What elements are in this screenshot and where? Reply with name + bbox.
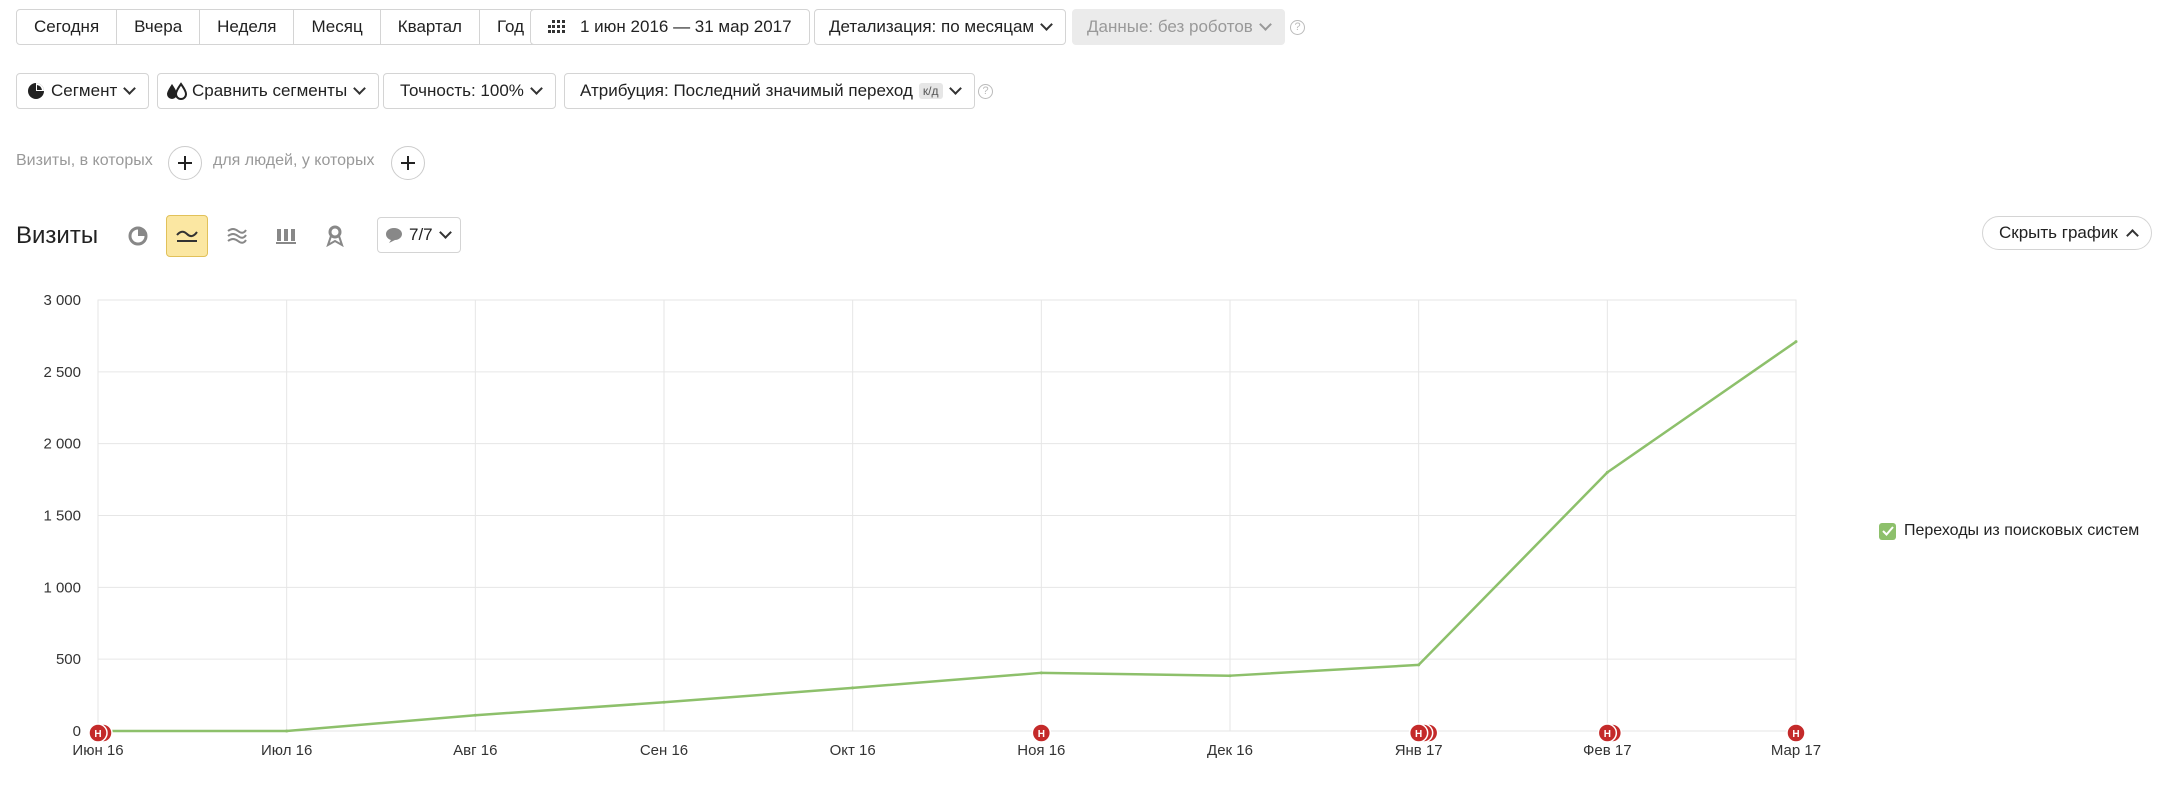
date-range-label: 1 июн 2016 — 31 мар 2017 [580,17,792,36]
chevron-down-icon [123,82,137,95]
data-filter-label: Данные: без роботов [1087,17,1253,36]
x-tick-label: Дек 16 [1207,742,1253,759]
check-icon [1881,526,1894,536]
y-tick-label: 1 500 [43,508,81,525]
series-line [98,340,1797,733]
annotation-label: Н [1038,729,1045,740]
attribution-dropdown[interactable]: Атрибуция: Последний значимый переход к/д [564,73,975,109]
chevron-down-icon [1258,18,1272,31]
compare-label: Сравнить сегменты [192,81,348,100]
data-point [285,729,289,733]
data-point [851,686,855,690]
people-filter-label: для людей, у которых [213,152,375,169]
pie-segment-icon [28,83,44,99]
help-icon[interactable]: ? [978,84,993,99]
period-group: Сегодня Вчера Неделя Месяц Квартал Год [16,9,543,45]
chevron-down-icon [1040,18,1053,31]
annotation-label: Н [1604,729,1611,740]
x-tick-label: Сен 16 [640,742,688,759]
y-tick-label: 3 000 [43,292,81,309]
x-tick-label: Авг 16 [453,742,497,759]
x-tick-label: Окт 16 [830,742,876,759]
y-tick-label: 1 000 [43,579,81,596]
chevron-down-icon [438,226,452,239]
chart-legend: Переходы из поисковых систем [1879,522,2139,540]
detail-label: Детализация: по месяцам [829,17,1035,36]
x-tick-label: Ноя 16 [1017,742,1065,759]
legend-series-label: Переходы из поисковых систем [1904,522,2140,539]
x-tick-label: Мар 17 [1771,742,1821,759]
y-tick-label: 500 [56,651,81,668]
accuracy-label: Точность: 100% [400,81,524,100]
period-quarter-button[interactable]: Квартал [381,10,480,44]
data-point [1039,671,1043,675]
compare-segments-dropdown[interactable]: Сравнить сегменты [157,73,380,109]
chevron-down-icon [530,82,543,95]
period-month-button[interactable]: Месяц [294,10,381,44]
detail-dropdown[interactable]: Детализация: по месяцам [814,9,1067,45]
x-tick-label: Июн 16 [72,742,123,759]
help-icon[interactable]: ? [1290,20,1305,35]
data-point [1417,663,1421,667]
add-visit-filter-button[interactable] [168,146,202,180]
date-range-button[interactable]: 1 июн 2016 — 31 мар 2017 [530,9,810,45]
calendar-icon [548,20,565,33]
accuracy-dropdown[interactable]: Точность: 100% [383,73,556,109]
chevron-down-icon [353,82,367,95]
data-point [473,713,477,717]
data-point [662,700,666,704]
data-point [1605,470,1609,474]
visits-line-chart: 3 000 2 500 2 000 1 500 1 000 500 0 Июн 16 Июл 1… [43,292,1821,759]
x-tick-label: Июл 16 [261,742,312,759]
visits-filter-label: Визиты, в которых [16,152,153,169]
annotation-label: Н [1415,729,1422,740]
y-tick-label: 2 000 [43,436,81,453]
y-tick-label: 2 500 [43,364,81,381]
add-people-filter-button[interactable] [391,146,425,180]
data-point [1794,340,1798,344]
segment-label: Сегмент [51,81,118,100]
chevron-down-icon [948,82,962,95]
data-point [1228,674,1232,678]
period-yesterday-button[interactable]: Вчера [117,10,201,44]
period-week-button[interactable]: Неделя [200,10,295,44]
legend-checkbox[interactable] [1879,522,1896,540]
attribution-badge: к/д [918,83,943,99]
drops-icon [167,82,188,100]
annotation-label: Н [94,729,101,740]
x-tick-label: Фев 17 [1583,742,1632,759]
annotation-label: Н [1792,729,1799,740]
data-filter-dropdown[interactable]: Данные: без роботов [1072,9,1285,45]
y-tick-label: 0 [73,723,81,740]
period-today-button[interactable]: Сегодня [17,10,118,44]
segment-dropdown[interactable]: Сегмент [16,73,150,109]
attribution-label: Атрибуция: Последний значимый переход [580,81,913,100]
x-tick-label: Янв 17 [1395,742,1443,759]
